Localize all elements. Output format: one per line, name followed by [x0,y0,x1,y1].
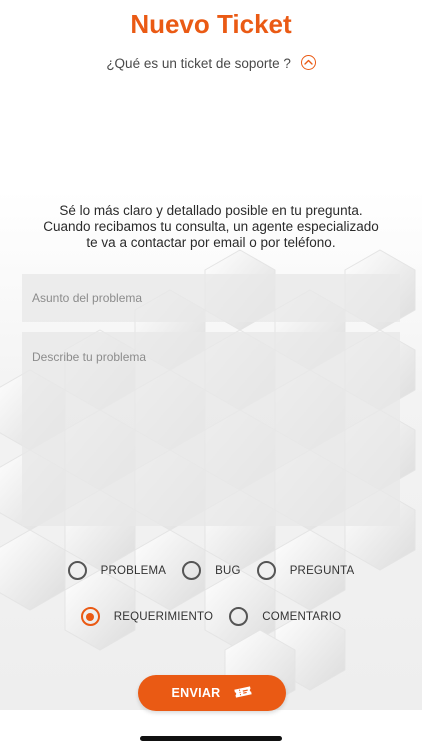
category-option-bug[interactable]: BUG [182,561,241,580]
support-ticket-info-label: ¿Qué es un ticket de soporte ? [106,56,291,71]
ticket-icon [233,685,253,702]
radio-requerimiento[interactable] [80,607,100,626]
send-button-label: ENVIAR [171,686,221,700]
category-option-comentario[interactable]: COMENTARIO [229,607,341,626]
new-ticket-screen: Nuevo Ticket ¿Qué es un ticket de soport… [0,0,422,750]
category-row-1: PROBLEMA BUG PREGUNTA [0,561,422,580]
support-ticket-info-link[interactable]: ¿Qué es un ticket de soporte ? [0,55,422,71]
radio-pregunta[interactable] [256,561,276,580]
description-placeholder: Describe tu problema [32,350,147,364]
category-label: PROBLEMA [100,564,167,577]
radio-problema[interactable] [67,561,87,580]
intro-text: Sé lo más claro y detallado posible en t… [43,203,379,250]
description-textarea[interactable]: Describe tu problema [22,332,400,526]
category-option-requerimiento[interactable]: REQUERIMIENTO [80,607,214,626]
chevron-up-circle-icon[interactable] [300,55,316,70]
send-button[interactable]: ENVIAR [138,675,286,711]
radio-bug[interactable] [182,561,202,580]
category-option-problema[interactable]: PROBLEMA [67,561,167,580]
category-label: BUG [215,564,241,577]
category-label: REQUERIMIENTO [113,610,214,623]
bottom-strip [0,710,422,750]
radio-comentario[interactable] [229,607,249,626]
category-option-pregunta[interactable]: PREGUNTA [256,561,355,580]
page-title: Nuevo Ticket [130,9,292,39]
category-label: PREGUNTA [289,564,355,577]
category-label: COMENTARIO [262,610,342,623]
subject-input[interactable]: Asunto del problema [22,274,400,322]
category-row-2: REQUERIMIENTO COMENTARIO [0,607,422,626]
home-indicator [140,736,282,741]
subject-placeholder: Asunto del problema [32,291,143,305]
